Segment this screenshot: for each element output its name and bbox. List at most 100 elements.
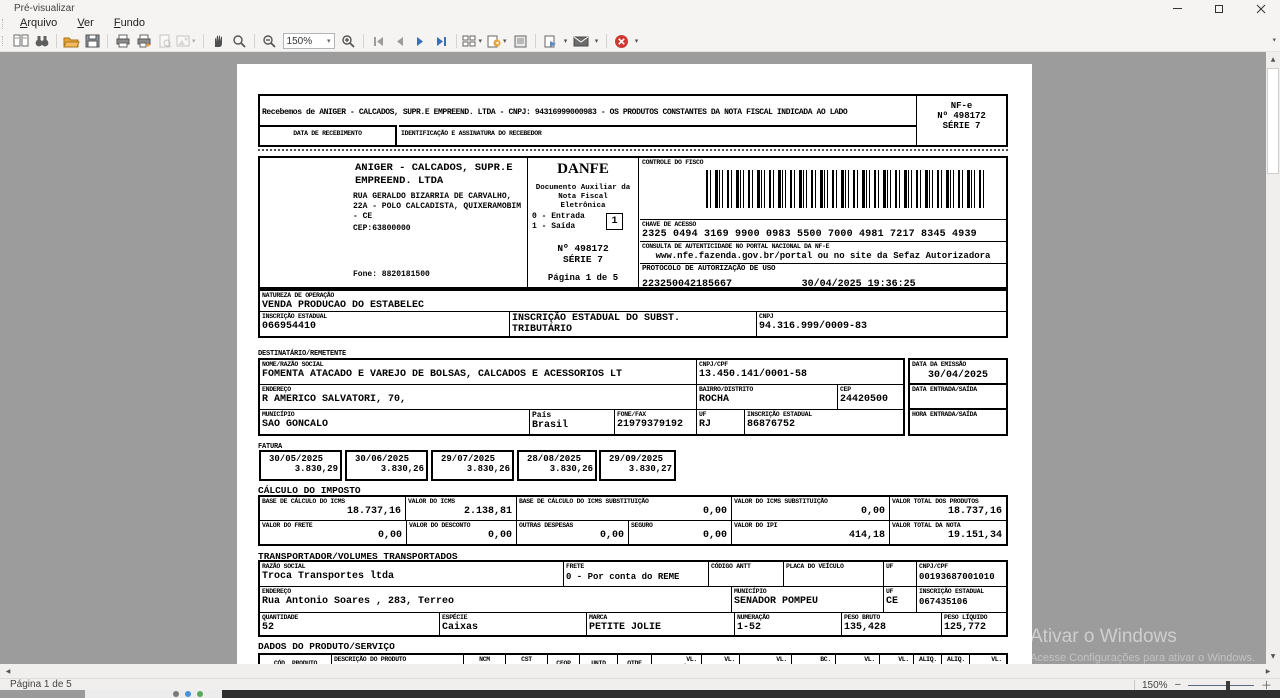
product-col-header: CFOP xyxy=(548,655,580,664)
maximize-button[interactable] xyxy=(1208,2,1230,15)
zoom-out-icon xyxy=(262,34,276,48)
arrow-up-icon: ▲ xyxy=(1271,56,1276,63)
find-icon xyxy=(34,35,50,48)
tax-cell: OUTRAS DESPESAS0,00 xyxy=(517,521,629,544)
chevron-down-icon: ▾ xyxy=(501,37,509,45)
dest-name-cell: NOME/RAZÃO SOCIAL FOMENTA ATACADO E VARE… xyxy=(260,360,697,385)
toolbar-separator xyxy=(107,34,108,48)
save-button[interactable] xyxy=(82,32,103,51)
close-preview-button[interactable] xyxy=(611,32,632,51)
scale-image-icon xyxy=(176,35,190,48)
product-col-header: QTDE xyxy=(618,655,652,664)
horizontal-scrollbar[interactable]: ◀ ▶ xyxy=(0,664,1280,678)
emission-date-box: DATA DA EMISSÃO 30/04/2025 xyxy=(908,358,1008,385)
zoom-combobox[interactable]: 150% ▾ xyxy=(283,33,335,49)
danfe-title: DANFE xyxy=(530,161,636,178)
print-button[interactable] xyxy=(112,32,133,51)
scroll-down-button[interactable]: ▼ xyxy=(1267,650,1279,662)
page-preview-button[interactable] xyxy=(154,32,175,51)
save-report-button[interactable] xyxy=(540,32,561,51)
installment-box: 28/08/2025 3.830,26 xyxy=(517,450,597,481)
invoice-page: Recebemos de ANIGER - CALCADOS, SUPR.E E… xyxy=(237,64,1032,664)
menu-arquivo[interactable]: Arquivo xyxy=(10,16,67,31)
danfe-subtitle: Documento Auxiliar da Nota Fiscal Eletrô… xyxy=(530,184,636,211)
zoom-button[interactable] xyxy=(229,32,250,51)
carrier-cell: UFCE xyxy=(884,587,917,613)
send-mail-button[interactable] xyxy=(571,32,592,51)
export-button[interactable]: ▾ xyxy=(485,32,510,51)
taskbar-app-icon[interactable] xyxy=(173,691,179,697)
carrier-cell: MARCAPETITE JOLIE xyxy=(587,613,735,635)
toolbar-separator xyxy=(203,34,204,48)
zoom-in-icon xyxy=(341,34,355,48)
next-page-button[interactable] xyxy=(410,32,431,51)
danfe-number: Nº 498172 xyxy=(530,243,636,254)
chevron-down-icon: ▾ xyxy=(327,37,331,45)
dest-district-cell: BAIRRO/DISTRITO ROCHA xyxy=(697,385,838,410)
scroll-left-button[interactable]: ◀ xyxy=(2,665,14,677)
zoom-value: 150% xyxy=(287,36,313,47)
danfe-cell: DANFE Documento Auxiliar da Nota Fiscal … xyxy=(527,158,639,287)
entry-date-box: DATA ENTRADA/SAÍDA xyxy=(908,383,1008,410)
tax-box: BASE DE CÁLCULO DO ICMS18.737,16 VALOR D… xyxy=(258,495,1008,546)
page-format-button[interactable] xyxy=(10,32,31,51)
tax-cell: VALOR DO ICMS SUBSTITUIÇÃO0,00 xyxy=(732,497,890,521)
open-button[interactable] xyxy=(61,32,82,51)
toolbar-overflow-button[interactable]: ▾ xyxy=(1272,36,1276,44)
first-page-button[interactable] xyxy=(368,32,389,51)
tax-cell: VALOR DO ICMS2.138,81 xyxy=(406,497,517,521)
product-col-header: ALIQ.ICMS xyxy=(914,655,942,664)
state-reg-cell: INSCRIÇÃO ESTADUAL 066954410 xyxy=(260,312,510,336)
taskbar-apps-segment xyxy=(85,690,222,698)
document-view-button[interactable] xyxy=(510,32,531,51)
emitter-name: ANIGER - CALCADOS, SUPR.E EMPREEND. LTDA xyxy=(355,162,523,188)
menu-ver[interactable]: Ver xyxy=(67,16,104,31)
zoom-out-button[interactable] xyxy=(259,32,280,51)
find-button[interactable] xyxy=(31,32,52,51)
chevron-down-icon: ▾ xyxy=(562,37,570,45)
menu-fundo[interactable]: Fundo xyxy=(104,16,155,31)
receipt-nfe-cell: NF-e Nº 498172 SÉRIE 7 xyxy=(916,96,1006,145)
send-mail-dropdown[interactable]: ▾ xyxy=(592,32,602,51)
taskbar[interactable] xyxy=(0,690,1280,698)
zoom-slider-thumb[interactable] xyxy=(1226,681,1230,690)
save-report-dropdown[interactable]: ▾ xyxy=(561,32,571,51)
toolbar-separator xyxy=(56,34,57,48)
dest-section-title: DESTINATÁRIO/REMETENTE xyxy=(258,350,346,358)
zoom-slider[interactable] xyxy=(1188,685,1254,686)
close-preview-dropdown[interactable]: ▾ xyxy=(632,32,642,51)
dest-address-cell: ENDEREÇO R AMERICO SALVATORI, 70, xyxy=(260,385,697,410)
multiple-pages-button[interactable]: ▾ xyxy=(461,32,486,51)
previous-page-button[interactable] xyxy=(389,32,410,51)
taskbar-app-icon[interactable] xyxy=(185,691,191,697)
scale-image-button[interactable]: ▾ xyxy=(175,32,199,51)
vertical-scroll-thumb[interactable] xyxy=(1267,68,1279,174)
scroll-right-button[interactable]: ▶ xyxy=(1262,665,1274,677)
statusbar-zoom-value[interactable]: 150% xyxy=(1142,680,1168,691)
close-button[interactable] xyxy=(1250,2,1272,15)
product-col-header: VL.TOTAL xyxy=(740,655,792,664)
dest-city-cell: MUNICÍPIO SAO GONCALO xyxy=(260,410,530,434)
toolbar-separator xyxy=(456,34,457,48)
document-icon xyxy=(514,35,527,48)
product-col-header: VL.TRIBUTO xyxy=(970,655,1006,664)
carrier-box: RAZÃO SOCIALTroca Transportes ltda FRETE… xyxy=(258,560,1008,637)
preview-window: Pré-visualizar Arquivo Ver Fundo xyxy=(0,0,1280,698)
tax-cell: BASE DE CÁLCULO DO ICMS18.737,16 xyxy=(260,497,406,521)
danfe-page: Página 1 de 5 xyxy=(528,273,638,283)
taskbar-app-icon[interactable] xyxy=(197,691,203,697)
carrier-cell: PESO BRUTO135,428 xyxy=(842,613,942,635)
carrier-cell: FRETE0 - Por conta do REME xyxy=(564,562,709,587)
print-direct-button[interactable] xyxy=(133,32,154,51)
entry-time-box: HORA ENTRADA/SAÍDA xyxy=(908,408,1008,436)
danfe-io: 0 - Entrada 1 - Saída xyxy=(532,212,585,232)
carrier-cell: CNPJ/CPF00193687001010 xyxy=(917,562,1006,587)
last-page-button[interactable] xyxy=(431,32,452,51)
pan-button[interactable] xyxy=(208,32,229,51)
scroll-up-button[interactable]: ▲ xyxy=(1267,53,1279,65)
menubar-grip xyxy=(2,19,7,29)
vertical-scrollbar[interactable]: ▲ ▼ xyxy=(1266,52,1280,664)
minimize-button[interactable] xyxy=(1166,2,1188,15)
zoom-in-button[interactable] xyxy=(338,32,359,51)
carrier-cell: NUMERAÇÃO1-52 xyxy=(735,613,842,635)
